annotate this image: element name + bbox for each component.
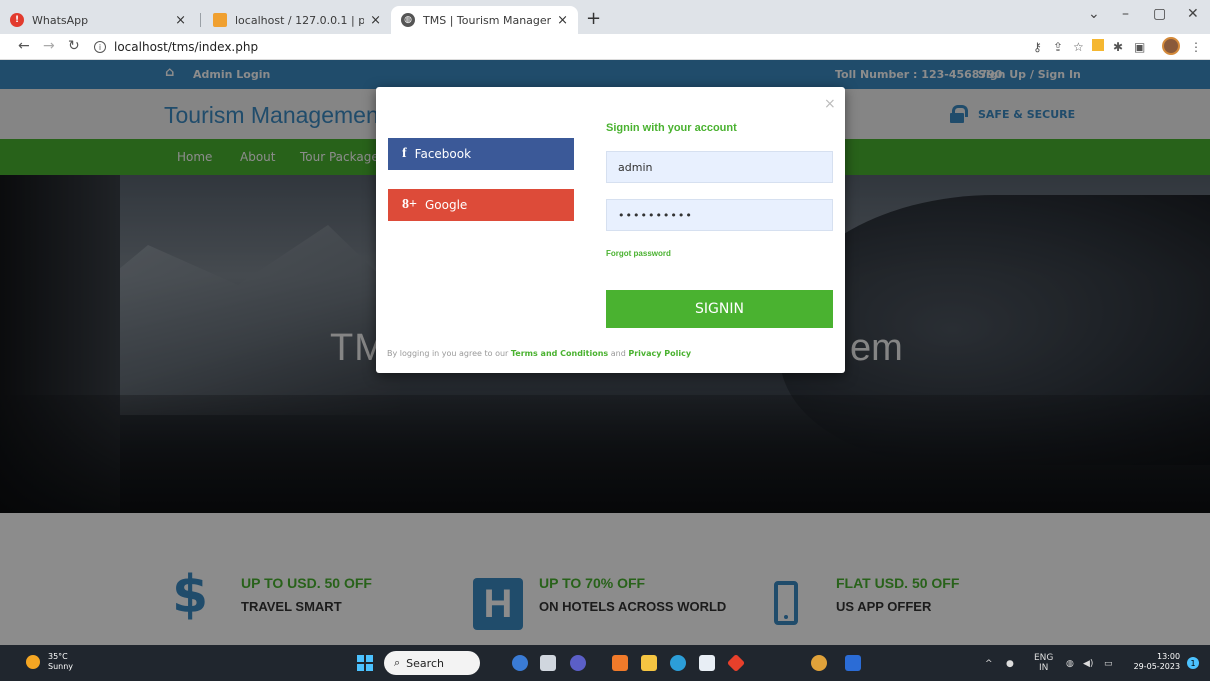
task-view-icon[interactable] bbox=[540, 655, 556, 671]
key-icon[interactable]: ⚷ bbox=[1033, 40, 1042, 54]
site-info-icon[interactable]: i bbox=[94, 41, 106, 53]
facebook-login-button[interactable]: f Facebook bbox=[388, 138, 574, 170]
browser-toolbar: ← → ↻ i localhost/tms/index.php ⚷ ⇪ ☆ ✱ … bbox=[0, 34, 1210, 60]
chat-icon[interactable] bbox=[570, 655, 586, 671]
terms-link[interactable]: Terms and Conditions bbox=[511, 349, 608, 358]
back-icon[interactable]: ← bbox=[18, 38, 30, 54]
password-field[interactable]: •••••••••• bbox=[606, 199, 833, 231]
clock-time: 13:00 bbox=[1157, 652, 1181, 661]
globe-icon: ◍ bbox=[401, 13, 415, 27]
file-explorer-icon[interactable] bbox=[641, 655, 657, 671]
tab-tms[interactable]: ◍ TMS | Tourism Management System × bbox=[391, 6, 578, 34]
edge-icon[interactable] bbox=[670, 655, 686, 671]
google-plus-icon: 8+ bbox=[402, 197, 417, 212]
google-login-button[interactable]: 8+ Google bbox=[388, 189, 574, 221]
window-close-icon[interactable]: ✕ bbox=[1187, 6, 1199, 22]
region-code: IN bbox=[1039, 663, 1049, 673]
restore-icon[interactable]: ▢ bbox=[1153, 6, 1166, 22]
tab-search-icon[interactable]: ⌄ bbox=[1088, 6, 1100, 22]
weather-widget[interactable]: 35°C Sunny bbox=[26, 652, 73, 672]
bookmark-star-icon[interactable]: ☆ bbox=[1073, 40, 1084, 54]
language-code: ENG bbox=[1034, 653, 1054, 663]
privacy-link[interactable]: Privacy Policy bbox=[628, 349, 691, 358]
extension-icon[interactable] bbox=[1092, 39, 1104, 51]
weather-condition: Sunny bbox=[48, 662, 74, 671]
chrome-icon[interactable] bbox=[811, 655, 827, 671]
close-tab-icon[interactable]: × bbox=[175, 13, 186, 28]
tab-phpmyadmin[interactable]: localhost / 127.0.0.1 | phpMyAdmin × bbox=[203, 6, 391, 34]
bing-icon[interactable] bbox=[512, 655, 528, 671]
store-icon[interactable] bbox=[699, 655, 715, 671]
word-icon[interactable] bbox=[845, 655, 861, 671]
username-value: admin bbox=[618, 160, 653, 174]
share-icon[interactable]: ⇪ bbox=[1053, 40, 1063, 54]
agreement-and: and bbox=[608, 349, 629, 358]
clock-date: 29-05-2023 bbox=[1133, 662, 1181, 671]
web-page: ⌂ Admin Login Toll Number : 123-4568790 … bbox=[0, 60, 1210, 645]
tray-app-icon[interactable]: ● bbox=[1006, 659, 1014, 669]
side-panel-icon[interactable]: ▣ bbox=[1134, 40, 1145, 54]
git-icon[interactable] bbox=[726, 653, 746, 673]
search-label: Search bbox=[406, 656, 444, 670]
url-text: localhost/tms/index.php bbox=[114, 40, 259, 54]
forgot-password-link[interactable]: Forgot password bbox=[606, 249, 671, 258]
new-tab-icon[interactable]: + bbox=[586, 8, 601, 29]
taskbar-clock[interactable]: 13:00 29-05-2023 bbox=[1134, 652, 1181, 672]
search-icon: ⌕ bbox=[394, 656, 401, 669]
forward-icon[interactable]: → bbox=[43, 38, 55, 54]
phpmyadmin-icon bbox=[213, 13, 227, 27]
taskbar-search[interactable]: ⌕ Search bbox=[384, 651, 480, 675]
tray-chevron-icon[interactable]: ^ bbox=[985, 659, 993, 669]
signin-button[interactable]: SIGNIN bbox=[606, 290, 833, 328]
facebook-icon: f bbox=[402, 146, 407, 161]
sun-icon bbox=[26, 655, 40, 669]
google-label: Google bbox=[424, 198, 468, 212]
tab-title: localhost / 127.0.0.1 | phpMyAdmin bbox=[235, 13, 365, 27]
agreement-prefix: By logging in you agree to our bbox=[387, 349, 511, 358]
windows-start-icon[interactable] bbox=[357, 655, 373, 671]
tab-whatsapp[interactable]: ! WhatsApp × bbox=[0, 6, 196, 34]
profile-avatar[interactable] bbox=[1162, 37, 1180, 55]
browser-tab-bar: ! WhatsApp × localhost / 127.0.0.1 | php… bbox=[0, 0, 1210, 34]
agreement-text: By logging in you agree to our Terms and… bbox=[387, 349, 691, 358]
whatsapp-icon: ! bbox=[10, 13, 24, 27]
windows-taskbar: 35°C Sunny ⌕ Search ^ ● ENG IN ◍ ◀) ▭ 13… bbox=[0, 645, 1210, 681]
notification-badge[interactable]: 1 bbox=[1187, 657, 1199, 669]
xampp-icon[interactable] bbox=[612, 655, 628, 671]
close-icon[interactable]: × bbox=[824, 96, 836, 112]
close-tab-icon[interactable]: × bbox=[557, 13, 568, 28]
language-indicator[interactable]: ENG IN bbox=[1034, 653, 1053, 673]
tab-title: TMS | Tourism Management System bbox=[423, 13, 551, 27]
password-value: •••••••••• bbox=[618, 208, 693, 222]
close-tab-icon[interactable]: × bbox=[370, 13, 381, 28]
volume-icon[interactable]: ◀) bbox=[1083, 659, 1093, 669]
puzzle-icon[interactable]: ✱ bbox=[1113, 40, 1123, 54]
facebook-label: Facebook bbox=[414, 147, 472, 161]
menu-kebab-icon[interactable]: ⋮ bbox=[1190, 40, 1202, 54]
minimize-icon[interactable]: – bbox=[1122, 6, 1129, 22]
signin-modal: × f Facebook 8+ Google Signin with your … bbox=[376, 87, 845, 373]
tab-title: WhatsApp bbox=[32, 13, 89, 27]
address-bar[interactable]: i localhost/tms/index.php bbox=[94, 37, 1010, 57]
signin-heading: Signin with your account bbox=[606, 122, 737, 134]
weather-temp: 35°C bbox=[48, 652, 68, 661]
reload-icon[interactable]: ↻ bbox=[68, 38, 80, 54]
battery-icon[interactable]: ▭ bbox=[1104, 659, 1113, 669]
username-field[interactable]: admin bbox=[606, 151, 833, 183]
network-icon[interactable]: ◍ bbox=[1066, 659, 1074, 669]
